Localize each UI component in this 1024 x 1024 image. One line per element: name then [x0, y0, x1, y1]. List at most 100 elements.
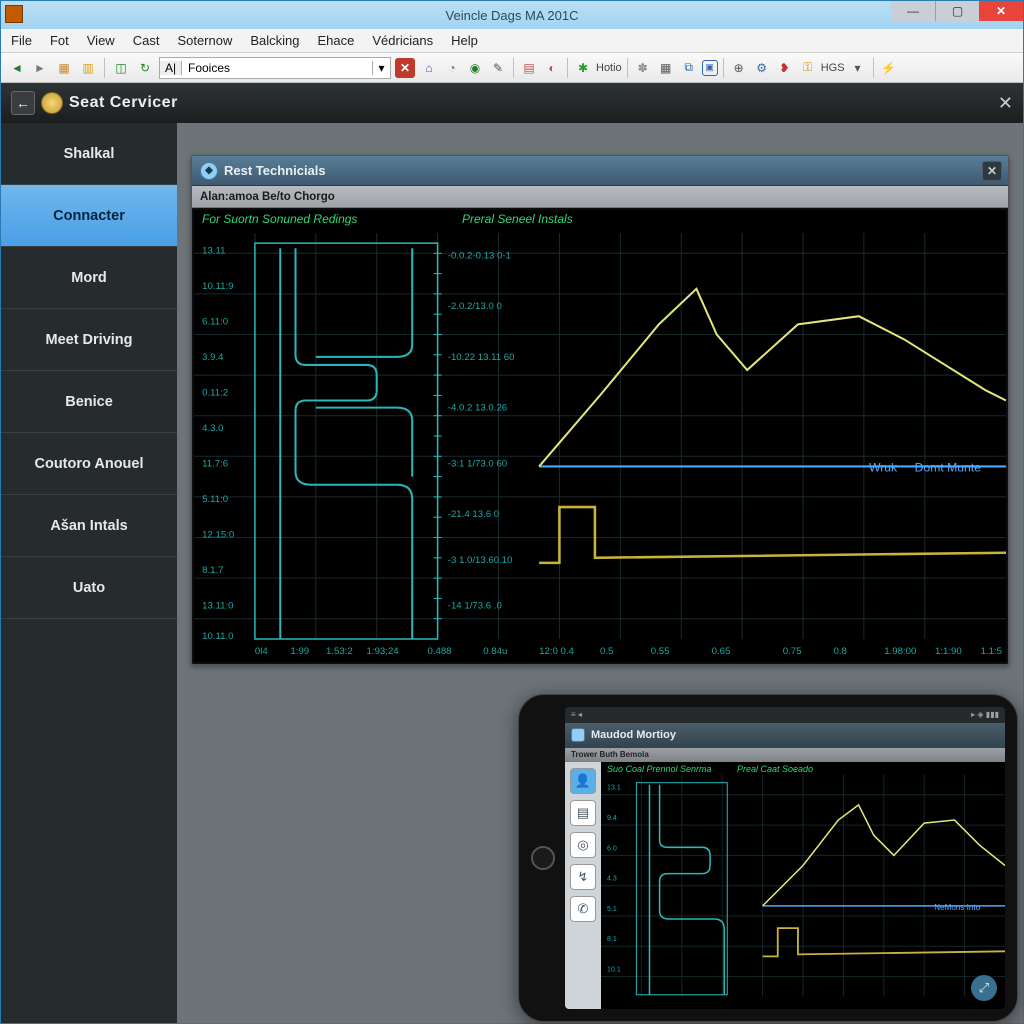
- minimize-button[interactable]: —: [891, 1, 935, 21]
- panel-icon: ◆: [200, 162, 218, 180]
- svg-text:9.4: 9.4: [607, 815, 617, 822]
- status-left-icon: ≡ ◂: [571, 710, 582, 719]
- panel-title-text: Rest Technicials: [224, 163, 326, 178]
- sidebar-item-connacter[interactable]: Connacter: [1, 185, 177, 247]
- star-icon[interactable]: ✱: [573, 58, 593, 78]
- titlebar[interactable]: Veincle Dags MA 201C — ▢ ✕: [1, 1, 1023, 29]
- svg-text:0.55: 0.55: [651, 646, 670, 657]
- nav-back-button[interactable]: ◄: [7, 58, 27, 78]
- svg-text:0.5: 0.5: [600, 646, 613, 657]
- link-icon[interactable]: ⧉: [679, 58, 699, 78]
- tablet-device: ≡ ◂ ▸ ◈ ▮▮▮ Maudod Mortioy Trower Buth B…: [518, 694, 1018, 1022]
- menu-cast[interactable]: Cast: [133, 33, 160, 48]
- svg-text:1:1:90: 1:1:90: [935, 646, 962, 657]
- page-title: Seat Cervicer: [69, 94, 178, 112]
- tag-icon[interactable]: ❥: [775, 58, 795, 78]
- svg-text:8.1.7: 8.1.7: [202, 565, 223, 576]
- gear-icon[interactable]: ⚙: [752, 58, 772, 78]
- tablet-plot[interactable]: Suo Coal Prennol Senrma Preal Caat Soead…: [601, 762, 1005, 1009]
- menu-view[interactable]: View: [87, 33, 115, 48]
- palette-icon[interactable]: ◐: [542, 58, 562, 78]
- toolbar: ◄ ► ▦ ▥ ◫ ↻ A| Fooices ▾ ✕ ⌂ ◔ ◉ ✎ ▤ ◐ ✱…: [1, 53, 1023, 83]
- wifi-icon[interactable]: ◔: [442, 58, 462, 78]
- svg-text:1:99: 1:99: [290, 646, 309, 657]
- chevron-down-icon[interactable]: ▾: [848, 58, 868, 78]
- sidebar-item-meet-driving[interactable]: Meet Driving: [1, 309, 177, 371]
- svg-text:-14 1/73.6 .0: -14 1/73.6 .0: [448, 601, 502, 612]
- sidebar-item-label: Shalkal: [64, 146, 115, 162]
- hotio-label[interactable]: Hotio: [596, 62, 622, 74]
- svg-text:10.11.0: 10.11.0: [202, 631, 233, 642]
- tablet-tool-phone-icon[interactable]: ✆: [570, 896, 596, 922]
- tablet-tool-wrench-icon[interactable]: ↯: [570, 864, 596, 890]
- svg-text:-3:1 1/73.0 60: -3:1 1/73.0 60: [448, 458, 507, 469]
- window-controls: — ▢ ✕: [891, 1, 1023, 21]
- tool-a-icon[interactable]: ✽: [633, 58, 653, 78]
- separator: [873, 58, 874, 78]
- vehicle-selector[interactable]: A| Fooices ▾: [159, 57, 391, 79]
- panel-close-button[interactable]: ✕: [982, 161, 1002, 181]
- svg-text:-4.0.2 13.0.26: -4.0.2 13.0.26: [448, 403, 507, 414]
- plus-icon[interactable]: ⊕: [729, 58, 749, 78]
- selector-prefix: A|: [160, 61, 182, 75]
- tablet-tool-person-icon[interactable]: 👤: [570, 768, 596, 794]
- hgs-label[interactable]: HGS: [821, 62, 845, 74]
- tablet-statusbar: ≡ ◂ ▸ ◈ ▮▮▮: [565, 707, 1005, 723]
- sidebar-item-asan-intals[interactable]: Ašan Intals: [1, 495, 177, 557]
- calc-icon[interactable]: ▦: [656, 58, 676, 78]
- tablet-tool-list-icon[interactable]: ▤: [570, 800, 596, 826]
- sidebar-item-benice[interactable]: Benice: [1, 371, 177, 433]
- menu-help[interactable]: Help: [451, 33, 478, 48]
- sidebar-item-coutoro-anouel[interactable]: Coutoro Anouel: [1, 433, 177, 495]
- box-icon[interactable]: ▣: [702, 60, 718, 76]
- tablet-expand-button[interactable]: ⤢: [971, 975, 997, 1001]
- svg-text:8.1: 8.1: [607, 936, 617, 943]
- bolt-icon[interactable]: ⚡: [879, 58, 899, 78]
- sidebar-item-uato[interactable]: Uato: [1, 557, 177, 619]
- svg-text:4.3.0: 4.3.0: [202, 423, 223, 434]
- svg-text:1.98:00: 1.98:00: [884, 646, 916, 657]
- close-button[interactable]: ✕: [979, 1, 1023, 21]
- menu-balcking[interactable]: Balcking: [250, 33, 299, 48]
- sidebar-item-label: Mord: [71, 270, 106, 286]
- sheet-icon[interactable]: ◫: [111, 58, 131, 78]
- svg-text:0.65: 0.65: [712, 646, 731, 657]
- breadcrumb-bar: ← Seat Cervicer ✕: [1, 83, 1023, 123]
- tablet-titlebar[interactable]: Maudod Mortioy: [565, 723, 1005, 748]
- tablet-home-button[interactable]: [531, 846, 555, 870]
- menu-soternow[interactable]: Soternow: [177, 33, 232, 48]
- brick-icon[interactable]: ▤: [519, 58, 539, 78]
- tablet-app-icon: [571, 728, 585, 742]
- svg-text:1:93;24: 1:93;24: [367, 646, 400, 657]
- selector-value: Fooices: [182, 61, 372, 75]
- nav-fwd-button[interactable]: ►: [30, 58, 50, 78]
- stop-icon[interactable]: ✕: [395, 58, 415, 78]
- svg-text:13.11: 13.11: [202, 245, 225, 256]
- sidebar-item-label: Coutoro Anouel: [35, 456, 144, 472]
- brand-badge-icon: [41, 92, 63, 114]
- refresh-icon[interactable]: ↻: [135, 58, 155, 78]
- sidebar-item-mord[interactable]: Mord: [1, 247, 177, 309]
- chevron-down-icon[interactable]: ▾: [372, 61, 390, 75]
- back-button[interactable]: ←: [11, 91, 35, 115]
- svg-text:-21.4 13.6 0: -21.4 13.6 0: [448, 509, 499, 520]
- doc-icon[interactable]: ▦: [54, 58, 74, 78]
- sidebar-item-shalkal[interactable]: Shalkal: [1, 123, 177, 185]
- panel-titlebar[interactable]: ◆ Rest Technicials ✕: [192, 156, 1008, 186]
- oscilloscope-plot[interactable]: For Suortn Sonuned Redings Preral Seneel…: [194, 210, 1006, 662]
- maximize-button[interactable]: ▢: [935, 1, 979, 21]
- key-icon[interactable]: ⚿: [798, 58, 818, 78]
- panel-close-icon[interactable]: ✕: [998, 93, 1013, 114]
- menu-file[interactable]: File: [11, 33, 32, 48]
- pencil-icon[interactable]: ✎: [488, 58, 508, 78]
- globe-icon[interactable]: ◉: [465, 58, 485, 78]
- sidebar-item-label: Meet Driving: [45, 332, 132, 348]
- page-icon[interactable]: ▥: [78, 58, 98, 78]
- tablet-tool-globe-icon[interactable]: ◎: [570, 832, 596, 858]
- home-icon[interactable]: ⌂: [419, 58, 439, 78]
- menu-ehace[interactable]: Ehace: [318, 33, 355, 48]
- menu-vedricians[interactable]: Védricians: [372, 33, 433, 48]
- menu-fot[interactable]: Fot: [50, 33, 69, 48]
- svg-text:5.11:0: 5.11:0: [202, 494, 228, 505]
- svg-text:6.0: 6.0: [607, 845, 617, 852]
